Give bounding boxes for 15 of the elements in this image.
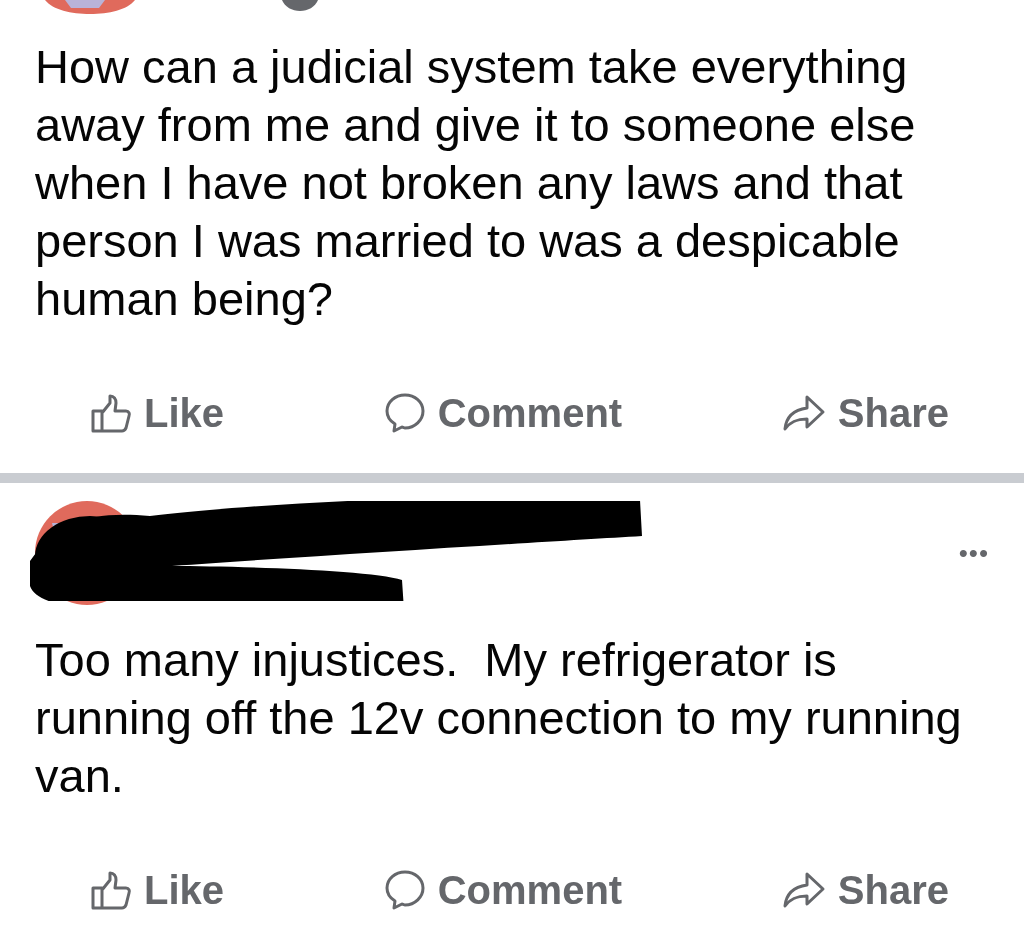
post-text: How can a judicial system take everything away from me and give it to someone else when I have not broken any laws and that person I was married to was a despicable human being? bbox=[34, 39, 917, 327]
speech-bubble-icon bbox=[383, 869, 426, 911]
share-button[interactable]: Share bbox=[781, 860, 949, 920]
thumbs-up-icon bbox=[90, 392, 132, 434]
comment-button[interactable]: Comment bbox=[383, 383, 623, 443]
comment-button[interactable]: Comment bbox=[383, 860, 623, 920]
like-button[interactable]: Like bbox=[90, 383, 225, 443]
arrow-icon bbox=[781, 393, 826, 433]
post-text: Too many injustices. My refrigerator is running off the 12v connection to my running van. bbox=[34, 632, 963, 804]
share-button[interactable]: Share bbox=[781, 383, 949, 443]
arrow-icon bbox=[781, 870, 826, 910]
thumbs-up-icon bbox=[90, 869, 132, 911]
speech-bubble-icon bbox=[383, 392, 426, 434]
more-options-button[interactable]: ••• bbox=[958, 533, 989, 573]
like-button[interactable]: Like bbox=[90, 860, 225, 920]
